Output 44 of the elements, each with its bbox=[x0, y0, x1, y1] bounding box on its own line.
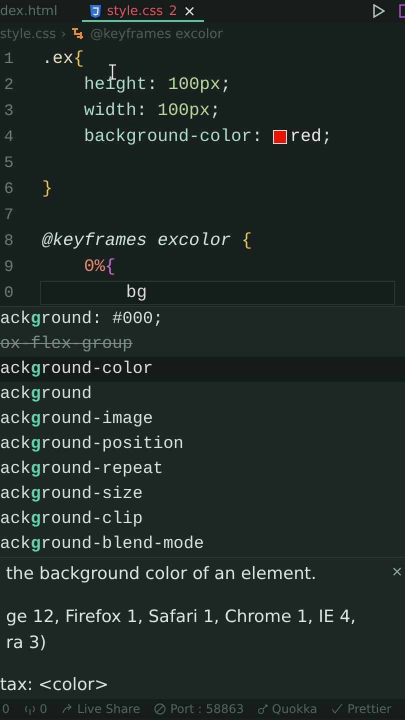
suggestion-item[interactable]: ackground-repeat bbox=[0, 457, 405, 482]
share-icon bbox=[61, 703, 74, 715]
suggestion-item[interactable]: ackground-position bbox=[0, 432, 405, 457]
code-line: @keyframes excolor { bbox=[42, 231, 252, 251]
suggestion-item[interactable]: ackground-clip bbox=[0, 507, 405, 532]
line-number: 6 bbox=[3, 180, 15, 198]
code-line: bg bbox=[126, 283, 148, 303]
suggestion-item[interactable]: ackground: #000; bbox=[0, 307, 405, 332]
check-icon bbox=[331, 703, 344, 715]
keyframes-icon bbox=[71, 27, 86, 41]
description-text: the background color of an element. bbox=[6, 564, 316, 584]
code-line: .ex{ bbox=[42, 49, 84, 69]
line-number: 2 bbox=[3, 76, 15, 94]
compatibility-text: ge 12, Firefox 1, Safari 1, Chrome 1, IE 4, ra 3) bbox=[6, 606, 357, 655]
line-number: 9 bbox=[3, 258, 15, 276]
syntax-text: tax: <color> bbox=[0, 675, 110, 695]
suggestion-item[interactable]: ackground bbox=[0, 382, 405, 407]
css-file-icon bbox=[90, 4, 101, 18]
suggestion-item[interactable]: ackground-image bbox=[0, 407, 405, 432]
editor-tab[interactable]: style.css 2 × bbox=[82, 0, 204, 22]
code-line: background-color: red; bbox=[84, 127, 332, 147]
code-line: } bbox=[42, 179, 53, 199]
split-editor-icon[interactable] bbox=[399, 4, 405, 18]
suggestion-item[interactable]: ackground-color bbox=[0, 357, 405, 382]
suggestion-item[interactable]: ox-flex-group bbox=[0, 332, 405, 357]
close-icon[interactable]: × bbox=[183, 2, 196, 20]
line-number: 1 bbox=[3, 50, 15, 68]
line-number: 5 bbox=[3, 154, 15, 172]
blocked-icon bbox=[154, 703, 166, 715]
line-number: 0 bbox=[3, 284, 15, 302]
suggestion-item[interactable]: ackground-size bbox=[0, 482, 405, 507]
problem-count: 2 bbox=[169, 4, 178, 18]
line-number: 4 bbox=[3, 128, 15, 146]
code-line: height: 100px; bbox=[84, 75, 232, 95]
chevron-icon: › bbox=[61, 26, 66, 42]
code-line: 0%{ bbox=[84, 257, 116, 277]
line-number: 3 bbox=[3, 102, 15, 120]
antenna-icon bbox=[24, 703, 36, 715]
code-line: width: 100px; bbox=[84, 101, 221, 121]
line-number: 7 bbox=[3, 206, 15, 224]
close-icon[interactable]: × bbox=[391, 564, 403, 580]
run-icon[interactable] bbox=[373, 4, 385, 18]
line-number: 8 bbox=[3, 232, 15, 250]
suggestion-item[interactable]: ackground-blend-mode bbox=[0, 532, 405, 557]
